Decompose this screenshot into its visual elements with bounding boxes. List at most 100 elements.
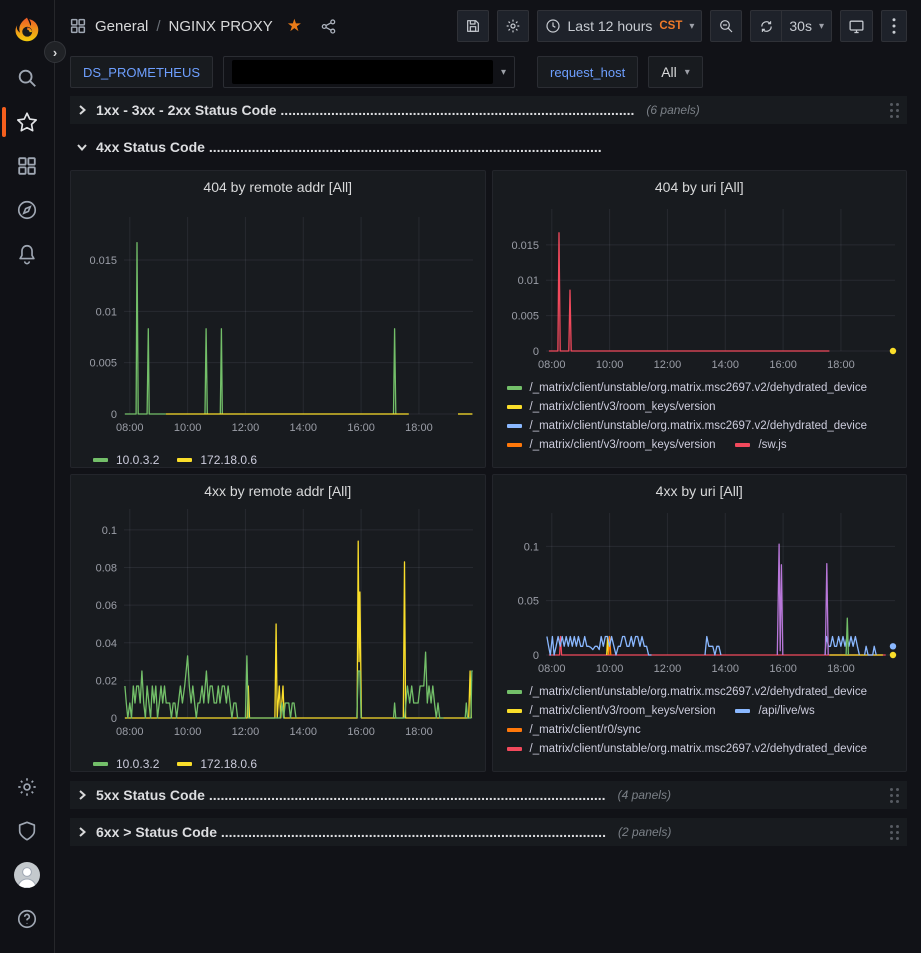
legend-label: /_matrix/client/v3/room_keys/version	[530, 401, 716, 413]
request-host-select[interactable]: All ▾	[648, 56, 703, 88]
legend-swatch	[507, 386, 522, 390]
more-options-kebab[interactable]	[881, 10, 907, 42]
timeseries-chart[interactable]: 00.020.040.060.080.108:0010:0012:0014:00…	[79, 507, 477, 752]
legend-item[interactable]: 172.18.0.6	[177, 754, 257, 772]
legend-item[interactable]: 10.0.3.2	[93, 450, 159, 468]
legend-label: /_matrix/client/v3/room_keys/version	[530, 439, 716, 451]
svg-text:0.05: 0.05	[517, 596, 538, 608]
svg-text:08:00: 08:00	[538, 359, 566, 371]
dashboard-body: 1xx - 3xx - 2xx Status Code ............…	[55, 92, 921, 846]
svg-text:0.015: 0.015	[511, 240, 539, 252]
panel-404-by-uri: 404 by uri [All] 00.0050.010.01508:0010:…	[492, 170, 908, 468]
panel-title[interactable]: 4xx by remote addr [All]	[79, 475, 477, 507]
row-drag-handle[interactable]	[888, 823, 901, 842]
legend-swatch	[177, 762, 192, 766]
svg-text:16:00: 16:00	[347, 726, 375, 738]
breadcrumb: General / NGINX PROXY ★	[69, 16, 337, 36]
svg-text:16:00: 16:00	[769, 359, 797, 371]
panel-legend: /_matrix/client/unstable/org.matrix.msc2…	[501, 682, 899, 771]
row-drag-handle[interactable]	[888, 786, 901, 805]
legend-label: /_matrix/client/unstable/org.matrix.msc2…	[530, 420, 868, 432]
timeseries-chart[interactable]: 00.0050.010.01508:0010:0012:0014:0016:00…	[79, 203, 477, 448]
row-5xx[interactable]: 5xx Status Code ........................…	[70, 781, 907, 809]
legend-swatch	[735, 443, 750, 447]
row-6xx[interactable]: 6xx > Status Code ......................…	[70, 818, 907, 846]
chevron-right-icon	[76, 789, 88, 801]
legend-swatch	[507, 405, 522, 409]
refresh-button[interactable]	[750, 10, 782, 42]
legend-swatch	[177, 458, 192, 462]
svg-text:10:00: 10:00	[595, 663, 623, 675]
dashboards-icon[interactable]	[0, 144, 55, 188]
legend-item[interactable]: /_matrix/client/v3/room_keys/version	[507, 705, 716, 717]
legend-item[interactable]: 172.18.0.6	[177, 450, 257, 468]
legend-item[interactable]: /_matrix/client/v3/room_keys/version	[507, 401, 716, 413]
legend-item[interactable]: /_matrix/client/unstable/org.matrix.msc2…	[507, 686, 868, 698]
legend-item[interactable]: /_matrix/client/v3/room_keys/version	[507, 439, 716, 451]
search-icon[interactable]	[0, 56, 55, 100]
starred-dashboards-icon[interactable]	[0, 100, 55, 144]
chevron-down-icon: ▾	[819, 21, 824, 32]
expand-menu-button[interactable]: ›	[44, 41, 66, 63]
svg-text:0.005: 0.005	[89, 358, 117, 370]
help-icon[interactable]	[0, 897, 55, 941]
legend-label: 172.18.0.6	[200, 453, 257, 467]
svg-text:14:00: 14:00	[711, 359, 739, 371]
alerting-bell-icon[interactable]	[0, 232, 55, 276]
refresh-interval-select[interactable]: 30s ▾	[782, 10, 832, 42]
legend-item[interactable]: /_matrix/client/unstable/org.matrix.msc2…	[507, 382, 868, 394]
legend-item[interactable]: /_matrix/client/r0/sync	[507, 724, 641, 736]
cycle-view-mode-button[interactable]	[840, 10, 873, 42]
legend-item[interactable]: /api/live/ws	[735, 705, 814, 717]
sidebar	[0, 0, 55, 953]
legend-swatch	[93, 762, 108, 766]
dashboard-settings-button[interactable]	[497, 10, 529, 42]
legend-label: /_matrix/client/unstable/org.matrix.msc2…	[530, 743, 868, 755]
monitor-icon	[848, 18, 865, 35]
row-4xx[interactable]: 4xx Status Code ........................…	[70, 133, 907, 161]
row-1xx-3xx-2xx[interactable]: 1xx - 3xx - 2xx Status Code ............…	[70, 96, 907, 124]
row-title-dots: ........................................…	[209, 787, 606, 803]
legend-swatch	[507, 709, 522, 713]
share-icon[interactable]	[320, 18, 337, 35]
panel-title[interactable]: 404 by remote addr [All]	[79, 171, 477, 203]
svg-text:0.015: 0.015	[89, 255, 117, 267]
zoom-out-button[interactable]	[710, 10, 742, 42]
chevron-down-icon: ▾	[685, 67, 690, 78]
svg-text:0.01: 0.01	[96, 306, 117, 318]
row-title-text: 5xx Status Code	[96, 787, 205, 803]
ds-prometheus-select[interactable]: ▾	[223, 56, 515, 88]
dashboard-title[interactable]: NGINX PROXY	[169, 18, 273, 35]
refresh-interval-label: 30s	[789, 18, 812, 34]
legend-item[interactable]: /_matrix/client/unstable/org.matrix.msc2…	[507, 420, 868, 432]
row-title-text: 4xx Status Code	[96, 139, 205, 155]
variables-bar: DS_PROMETHEUS ▾ request_host All ▾	[55, 52, 921, 92]
legend-item[interactable]: /_matrix/client/unstable/org.matrix.msc2…	[507, 743, 868, 755]
panel-title[interactable]: 404 by uri [All]	[501, 171, 899, 203]
legend-swatch	[507, 747, 522, 751]
timeseries-chart[interactable]: 00.050.108:0010:0012:0014:0016:0018:00	[501, 507, 899, 682]
legend-label: 172.18.0.6	[200, 757, 257, 771]
explore-icon[interactable]	[0, 188, 55, 232]
svg-text:0.005: 0.005	[511, 311, 539, 323]
timeseries-chart[interactable]: 00.0050.010.01508:0010:0012:0014:0016:00…	[501, 203, 899, 378]
panel-title[interactable]: 4xx by uri [All]	[501, 475, 899, 507]
save-dashboard-button[interactable]	[457, 10, 489, 42]
settings-gear-icon[interactable]	[0, 765, 55, 809]
user-avatar[interactable]	[0, 853, 55, 897]
save-icon	[465, 18, 481, 34]
favorite-star-icon[interactable]: ★	[287, 16, 302, 36]
row-title-text: 6xx > Status Code	[96, 824, 217, 840]
row-drag-handle[interactable]	[888, 101, 901, 120]
zoom-out-icon	[718, 18, 734, 34]
svg-text:0.08: 0.08	[96, 563, 117, 575]
legend-item[interactable]: /sw.js	[735, 439, 786, 451]
breadcrumb-folder[interactable]: General	[95, 18, 148, 35]
legend-item[interactable]: 10.0.3.2	[93, 754, 159, 772]
admin-shield-icon[interactable]	[0, 809, 55, 853]
chevron-down-icon: ▾	[501, 67, 506, 78]
main-area: General / NGINX PROXY ★ Last 12 hours CS…	[55, 0, 921, 953]
legend-label: 10.0.3.2	[116, 757, 159, 771]
timezone-label: CST	[659, 20, 682, 32]
time-range-picker[interactable]: Last 12 hours CST ▾	[537, 10, 703, 42]
